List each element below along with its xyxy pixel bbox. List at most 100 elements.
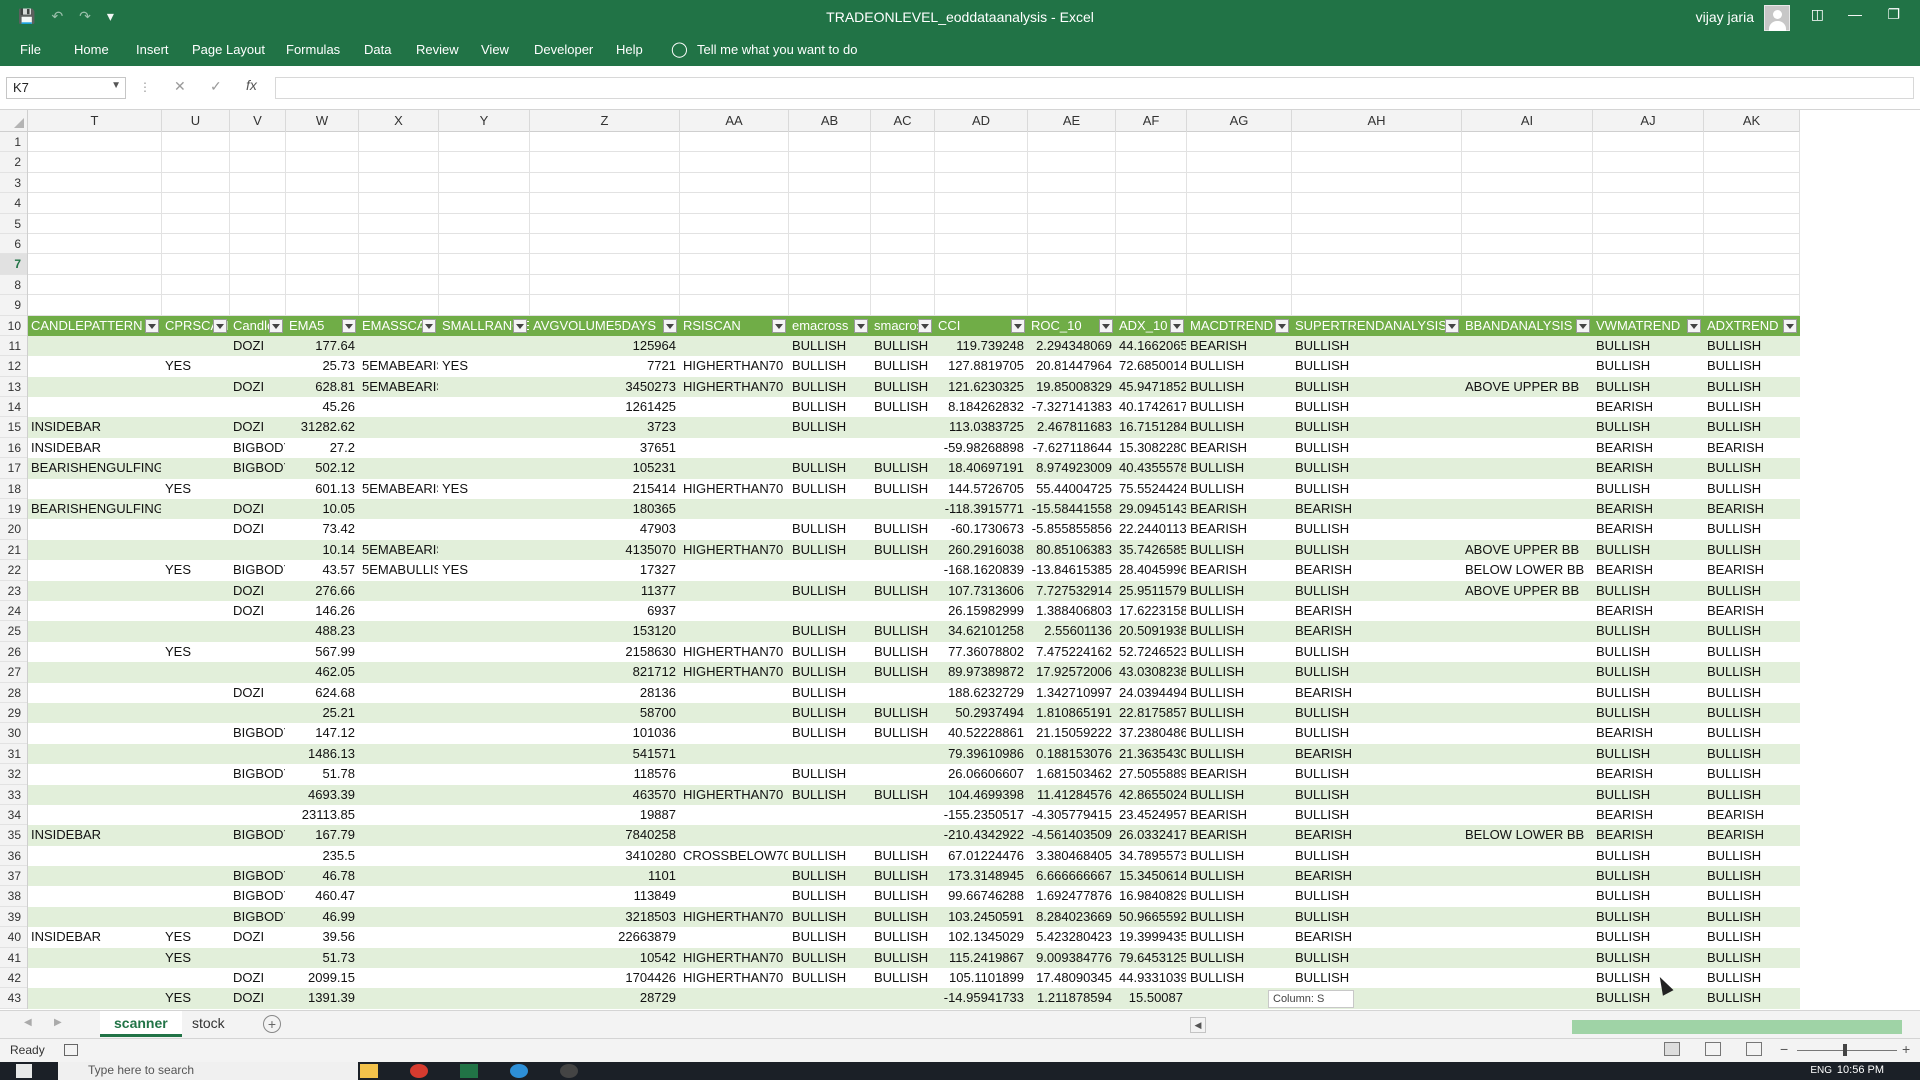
candle-pattern-cell[interactable] (28, 764, 162, 785)
avg-volume-cell[interactable]: 22663879 (530, 927, 680, 948)
cpr-scan-cell[interactable] (162, 743, 230, 765)
cci-cell[interactable]: 115.2419867 (935, 947, 1028, 969)
row-header[interactable]: 12 (0, 356, 27, 377)
rsi-scan-cell[interactable] (680, 743, 789, 765)
empty-cell[interactable] (530, 213, 680, 234)
adx-10-cell[interactable]: 17.62231582 (1116, 600, 1187, 622)
supertrend-cell[interactable]: BEARISH (1292, 682, 1462, 703)
candle-cell[interactable]: BIGBODY (230, 906, 286, 928)
macd-trend-cell[interactable]: BEARISH (1187, 764, 1292, 785)
candle-pattern-cell[interactable] (28, 804, 162, 826)
empty-cell[interactable] (286, 295, 359, 316)
row-header[interactable]: 36 (0, 846, 27, 867)
chevron-down-icon[interactable]: ▼ (111, 80, 121, 91)
row-header[interactable]: 25 (0, 621, 27, 642)
cci-cell[interactable]: -210.4342922 (935, 825, 1028, 846)
empty-cell[interactable] (1704, 132, 1800, 153)
empty-cell[interactable] (1704, 193, 1800, 214)
candle-pattern-cell[interactable]: INSIDEBAR (28, 437, 162, 459)
vwma-trend-cell[interactable]: BULLISH (1593, 784, 1704, 805)
supertrend-cell[interactable]: BULLISH (1292, 417, 1462, 438)
supertrend-cell[interactable]: BEARISH (1292, 560, 1462, 581)
empty-cell[interactable] (680, 172, 789, 194)
avg-volume-cell[interactable]: 7840258 (530, 825, 680, 846)
empty-cell[interactable] (28, 274, 162, 296)
filter-dropdown-icon[interactable] (663, 318, 677, 333)
empty-cell[interactable] (1704, 213, 1800, 234)
sma-cross-cell[interactable]: BULLISH (871, 539, 935, 561)
empty-cell[interactable] (789, 213, 871, 234)
avg-volume-cell[interactable]: 113849 (530, 886, 680, 907)
empty-cell[interactable] (789, 274, 871, 296)
ema-scan-cell[interactable] (359, 947, 439, 969)
row-header[interactable]: 37 (0, 866, 27, 887)
clock[interactable]: 10:56 PM (1837, 1064, 1884, 1076)
small-range-cell[interactable] (439, 968, 530, 989)
supertrend-cell[interactable]: BULLISH (1292, 784, 1462, 805)
sma-cross-cell[interactable]: BULLISH (871, 968, 935, 989)
empty-cell[interactable] (1704, 254, 1800, 275)
restore-icon[interactable]: ❐ (1887, 6, 1900, 23)
ema-cross-cell[interactable]: BULLISH (789, 682, 871, 703)
cpr-scan-cell[interactable] (162, 906, 230, 928)
rsi-scan-cell[interactable] (680, 804, 789, 826)
vwma-trend-cell[interactable]: BULLISH (1593, 947, 1704, 969)
adx-trend-cell[interactable]: BULLISH (1704, 458, 1800, 479)
candle-pattern-cell[interactable] (28, 356, 162, 377)
tab-formulas[interactable]: Formulas (286, 42, 340, 57)
roc-10-cell[interactable]: 1.388406803 (1028, 600, 1116, 622)
roc-10-cell[interactable]: 17.92572006 (1028, 662, 1116, 683)
bband-cell[interactable] (1462, 478, 1593, 500)
avg-volume-cell[interactable]: 4135070 (530, 539, 680, 561)
adx-10-cell[interactable]: 23.45249572 (1116, 804, 1187, 826)
ema-scan-cell[interactable]: 5EMABEARISH (359, 376, 439, 398)
empty-cell[interactable] (359, 193, 439, 214)
small-range-cell[interactable] (439, 866, 530, 887)
small-range-cell[interactable] (439, 397, 530, 418)
sma-cross-cell[interactable]: BULLISH (871, 478, 935, 500)
avg-volume-cell[interactable]: 215414 (530, 478, 680, 500)
cci-cell[interactable]: 79.39610986 (935, 743, 1028, 765)
row-header[interactable]: 15 (0, 417, 27, 438)
candle-cell[interactable]: BIGBODY (230, 825, 286, 846)
candle-pattern-cell[interactable] (28, 723, 162, 744)
adx-trend-cell[interactable]: BULLISH (1704, 906, 1800, 928)
column-header[interactable]: AD (935, 110, 1028, 132)
bband-cell[interactable] (1462, 764, 1593, 785)
rsi-scan-cell[interactable] (680, 519, 789, 540)
avg-volume-cell[interactable]: 821712 (530, 662, 680, 683)
sma-cross-cell[interactable]: BULLISH (871, 519, 935, 540)
ema5-cell[interactable]: 276.66 (286, 580, 359, 601)
sma-cross-cell[interactable] (871, 600, 935, 622)
empty-cell[interactable] (230, 274, 286, 296)
small-range-cell[interactable] (439, 437, 530, 459)
ema-scan-cell[interactable] (359, 580, 439, 601)
supertrend-cell[interactable]: BULLISH (1292, 702, 1462, 724)
ema-scan-cell[interactable] (359, 519, 439, 540)
column-header[interactable]: W (286, 110, 359, 132)
candle-cell[interactable] (230, 947, 286, 969)
cci-cell[interactable]: 40.52228861 (935, 723, 1028, 744)
macd-trend-cell[interactable]: BULLISH (1187, 845, 1292, 867)
candle-pattern-cell[interactable] (28, 784, 162, 805)
column-header[interactable]: AJ (1593, 110, 1704, 132)
filter-dropdown-icon[interactable] (1783, 318, 1797, 333)
empty-cell[interactable] (1187, 172, 1292, 194)
cci-cell[interactable]: 77.36078802 (935, 641, 1028, 663)
empty-cell[interactable] (28, 254, 162, 275)
filter-dropdown-icon[interactable] (145, 318, 159, 333)
empty-cell[interactable] (162, 172, 230, 194)
avg-volume-cell[interactable]: 28729 (530, 988, 680, 1009)
ema-cross-cell[interactable]: BULLISH (789, 906, 871, 928)
small-range-cell[interactable] (439, 662, 530, 683)
sma-cross-cell[interactable]: BULLISH (871, 702, 935, 724)
row-header[interactable]: 6 (0, 234, 27, 255)
rsi-scan-cell[interactable] (680, 600, 789, 622)
ema-cross-cell[interactable]: BULLISH (789, 397, 871, 418)
ema-cross-cell[interactable]: BULLISH (789, 621, 871, 642)
candle-cell[interactable] (230, 356, 286, 377)
rsi-scan-cell[interactable]: HIGHERTHAN70 (680, 641, 789, 663)
cpr-scan-cell[interactable] (162, 580, 230, 601)
vwma-trend-cell[interactable]: BEARISH (1593, 519, 1704, 540)
bband-cell[interactable] (1462, 784, 1593, 805)
